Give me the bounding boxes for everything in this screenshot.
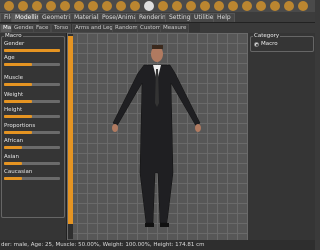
height-slider[interactable] [4,115,60,118]
slider-label-height: Height [4,107,23,113]
toolbar-icon-16[interactable] [228,1,238,11]
slider-label-caucasian: Caucasian [4,169,33,175]
toolbar-icon-15[interactable] [214,1,224,11]
hair [152,45,163,49]
toolbar-icon-19[interactable] [270,1,280,11]
right-panel: Category Macro [248,33,315,240]
group-title: Macro [4,33,23,39]
3d-viewport[interactable] [67,33,248,240]
toolbar-icon-20[interactable] [284,1,294,11]
slider-label-gender: Gender [4,41,25,47]
toolbar-icon-11[interactable] [158,1,168,11]
toolbar-icon-13[interactable] [186,1,196,11]
main-tabs: Files Modelling Geometries Materials Pos… [0,12,315,23]
toolbar-icon-5[interactable] [60,1,70,11]
toolbar-icon-3[interactable] [32,1,42,11]
asian-slider[interactable] [4,162,60,165]
left-shoe [145,223,154,227]
human-model [112,45,201,227]
macro-radio[interactable] [254,42,259,47]
category-title: Category [253,33,281,39]
left-panel: Macro Gender Age Muscle Weight Height Pr… [0,33,67,240]
toolbar-icon-10[interactable] [130,1,140,11]
subtab-torso[interactable]: Torso [51,24,72,33]
left-hand [112,124,118,132]
slider-label-asian: Asian [4,154,20,160]
category-option-label: Macro [261,41,278,47]
grid-icon[interactable] [144,1,154,11]
african-slider[interactable] [4,146,60,149]
gender-slider[interactable] [4,49,60,52]
toolbar-icon-8[interactable] [102,1,112,11]
slider-label-muscle: Muscle [4,75,24,81]
caucasian-slider[interactable] [4,177,60,180]
proportions-slider[interactable] [4,131,60,134]
slider-label-age: Age [4,55,15,61]
toolbar-icon-6[interactable] [74,1,84,11]
toolbar-icon-9[interactable] [116,1,126,11]
subtab-measure[interactable]: Measure [160,24,190,33]
slider-label-weight: Weight [4,92,24,98]
age-slider[interactable] [4,63,60,66]
scrollbar-thumb[interactable] [68,36,73,224]
toolbar-icon-14[interactable] [200,1,210,11]
slider-label-proportions: Proportions [4,123,36,129]
sub-tabs: Main Gender Face Torso Arms and Legs Ran… [0,23,200,33]
macro-group: Macro Gender Age Muscle Weight Height Pr… [1,33,65,218]
toolbar-icon-1[interactable] [4,1,14,11]
toolbar-icon-17[interactable] [242,1,252,11]
left-scrollbar[interactable] [68,34,73,239]
toolbar-icon-21[interactable] [298,1,308,11]
toolbar-icon-18[interactable] [256,1,266,11]
tab-help[interactable]: Help [213,13,235,22]
muscle-slider[interactable] [4,83,60,86]
weight-slider[interactable] [4,100,60,103]
right-hand [195,124,201,132]
status-bar: der: male, Age: 25, Muscle: 50.00%, Weig… [0,240,315,250]
right-shoe [160,223,169,227]
slider-label-african: African [4,138,24,144]
subtab-face[interactable]: Face [33,24,52,33]
toolbar-icon-12[interactable] [172,1,182,11]
category-group: Category Macro [250,33,314,52]
toolbar-icon-7[interactable] [88,1,98,11]
toolbar-icon-2[interactable] [18,1,28,11]
toolbar-icon-4[interactable] [46,1,56,11]
